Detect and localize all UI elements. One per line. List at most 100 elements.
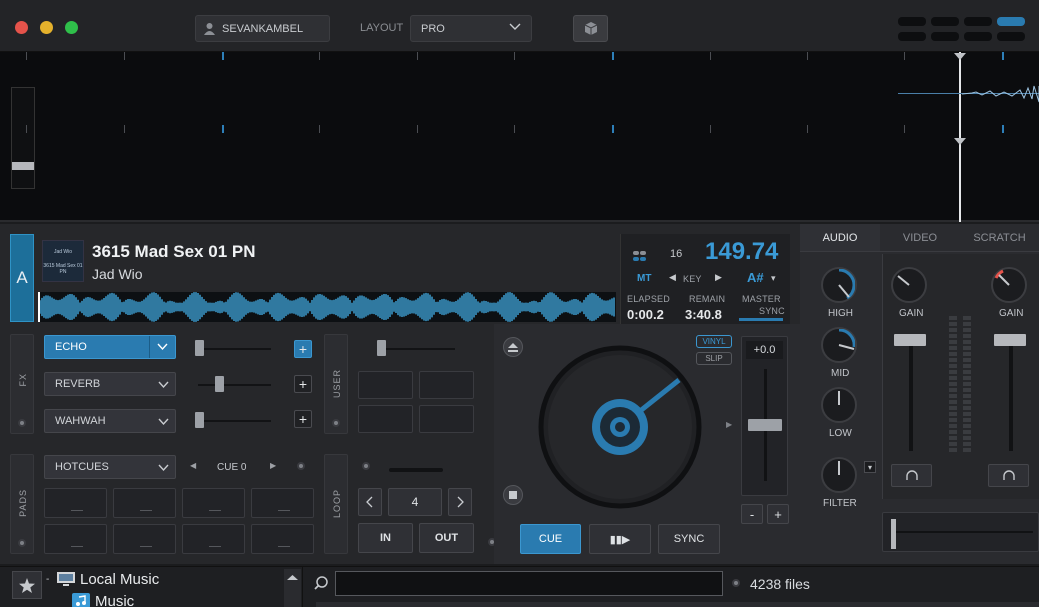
fx-slider-2-track[interactable] xyxy=(198,384,271,386)
layout-slot-8[interactable] xyxy=(997,32,1025,41)
layout-slot-7[interactable] xyxy=(964,32,992,41)
cue-next-button[interactable]: ▶ xyxy=(270,461,276,470)
tree-scrollbar[interactable] xyxy=(284,569,301,607)
collapse-toggle[interactable]: - xyxy=(46,574,49,585)
loop-roll-toggle[interactable] xyxy=(362,462,370,470)
layout-slot-2[interactable] xyxy=(931,17,959,26)
favorites-button[interactable] xyxy=(12,571,42,599)
loop-out-button[interactable]: OUT xyxy=(419,523,474,553)
loop-double-button[interactable] xyxy=(448,488,472,516)
fx-toggle[interactable] xyxy=(18,419,26,427)
bpm-display[interactable]: 149.74 xyxy=(705,238,778,266)
fx-add-button-2[interactable]: + xyxy=(294,375,312,393)
user-button-2[interactable] xyxy=(419,371,474,399)
scrolling-waveform[interactable] xyxy=(0,52,1039,222)
zoom-slider[interactable] xyxy=(11,87,35,189)
pitch-value[interactable]: +0.0 xyxy=(746,341,783,359)
track-overview-waveform[interactable] xyxy=(37,292,616,322)
eject-button[interactable] xyxy=(503,337,523,357)
cue-prev-button[interactable]: ◀ xyxy=(190,461,196,470)
pad-3[interactable] xyxy=(182,488,245,518)
eq-mid-knob[interactable] xyxy=(821,327,857,363)
cue-button[interactable]: CUE xyxy=(520,524,581,554)
tab-scratch[interactable]: SCRATCH xyxy=(960,224,1039,252)
layout-slot-5[interactable] xyxy=(898,32,926,41)
volume-right-handle[interactable] xyxy=(994,334,1026,346)
fx-add-button-3[interactable]: + xyxy=(294,410,312,428)
user-button-3[interactable] xyxy=(358,405,413,433)
loop-in-button[interactable]: IN xyxy=(358,523,413,553)
pad-5[interactable] xyxy=(44,524,107,554)
fx-slider-1-knob[interactable] xyxy=(195,340,204,356)
pad-4[interactable] xyxy=(251,488,314,518)
key-value[interactable]: A# xyxy=(747,270,764,285)
user-slider-track[interactable] xyxy=(378,348,455,350)
chevron-down-icon[interactable] xyxy=(149,336,175,358)
filter-dropdown-button[interactable]: ▾ xyxy=(864,461,876,473)
tab-video[interactable]: VIDEO xyxy=(880,224,960,252)
sync-button[interactable]: SYNC xyxy=(658,524,720,554)
close-window-button[interactable] xyxy=(15,21,28,34)
tab-audio[interactable]: AUDIO xyxy=(800,224,880,252)
pad-1[interactable] xyxy=(44,488,107,518)
search-input[interactable] xyxy=(335,571,723,596)
minimize-window-button[interactable] xyxy=(40,21,53,34)
user-slider-knob[interactable] xyxy=(377,340,386,356)
key-chevron-icon[interactable]: ▾ xyxy=(771,273,776,284)
folder-local-music[interactable]: Local Music xyxy=(80,571,159,588)
fx-slot-echo[interactable]: ECHO xyxy=(44,335,176,359)
eq-low-knob[interactable] xyxy=(821,387,857,423)
fx-slider-3-knob[interactable] xyxy=(195,412,204,428)
key-down-button[interactable]: ◀ xyxy=(669,272,676,283)
pad-6[interactable] xyxy=(113,524,176,554)
zoom-slider-handle[interactable] xyxy=(12,162,34,170)
user-button-4[interactable] xyxy=(419,405,474,433)
pitch-slider-handle[interactable] xyxy=(748,419,782,431)
gain-right-knob[interactable] xyxy=(991,267,1027,303)
layout-slot-4-active[interactable] xyxy=(997,17,1025,26)
key-up-button[interactable]: ▶ xyxy=(715,272,722,283)
pad-8[interactable] xyxy=(251,524,314,554)
fx-slider-3-track[interactable] xyxy=(198,420,271,422)
loop-halve-button[interactable] xyxy=(358,488,382,516)
remain-time[interactable]: 3:40.8 xyxy=(685,307,722,322)
deck-letter[interactable]: A xyxy=(10,234,34,322)
play-pause-button[interactable]: ▮▮▶ xyxy=(589,524,651,554)
layout-select[interactable]: PRO xyxy=(410,15,532,42)
gain-left-knob[interactable] xyxy=(891,267,927,303)
folder-music[interactable]: Music xyxy=(95,593,134,607)
fx-slot-reverb[interactable]: REVERB xyxy=(44,372,176,396)
volume-left-handle[interactable] xyxy=(894,334,926,346)
fx-slot-wahwah[interactable]: WAHWAH xyxy=(44,409,176,433)
pads-mode-select[interactable]: HOTCUES xyxy=(44,455,176,479)
layout-slot-6[interactable] xyxy=(931,32,959,41)
headphone-left-button[interactable] xyxy=(891,464,932,487)
pitch-minus-button[interactable]: - xyxy=(741,504,763,524)
volume-left-track[interactable] xyxy=(909,336,913,451)
user-account-button[interactable]: SEVANKAMBEL xyxy=(195,15,330,42)
elapsed-time[interactable]: 0:00.2 xyxy=(627,307,664,322)
headphone-right-button[interactable] xyxy=(988,464,1029,487)
pad-7[interactable] xyxy=(182,524,245,554)
jog-wheel[interactable] xyxy=(538,345,702,509)
crossfader-handle[interactable] xyxy=(891,519,896,549)
cube-button[interactable] xyxy=(573,15,608,42)
fx-add-button-1[interactable]: + xyxy=(294,340,312,358)
stop-button[interactable] xyxy=(503,485,523,505)
user-toggle[interactable] xyxy=(332,419,340,427)
master-tempo-toggle[interactable]: MT xyxy=(637,273,651,284)
pads-option-button[interactable] xyxy=(297,462,305,470)
crossfader-track[interactable] xyxy=(893,531,1033,533)
pitch-plus-button[interactable]: + xyxy=(767,504,789,524)
volume-right-track[interactable] xyxy=(1009,336,1013,451)
search-option-button[interactable] xyxy=(732,579,740,587)
fx-slider-2-knob[interactable] xyxy=(215,376,224,392)
layout-slot-3[interactable] xyxy=(964,17,992,26)
user-button-1[interactable] xyxy=(358,371,413,399)
zoom-window-button[interactable] xyxy=(65,21,78,34)
layout-slot-1[interactable] xyxy=(898,17,926,26)
eq-high-knob[interactable] xyxy=(821,267,857,303)
filter-knob[interactable] xyxy=(821,457,857,493)
fx-slider-1-track[interactable] xyxy=(198,348,271,350)
pad-2[interactable] xyxy=(113,488,176,518)
